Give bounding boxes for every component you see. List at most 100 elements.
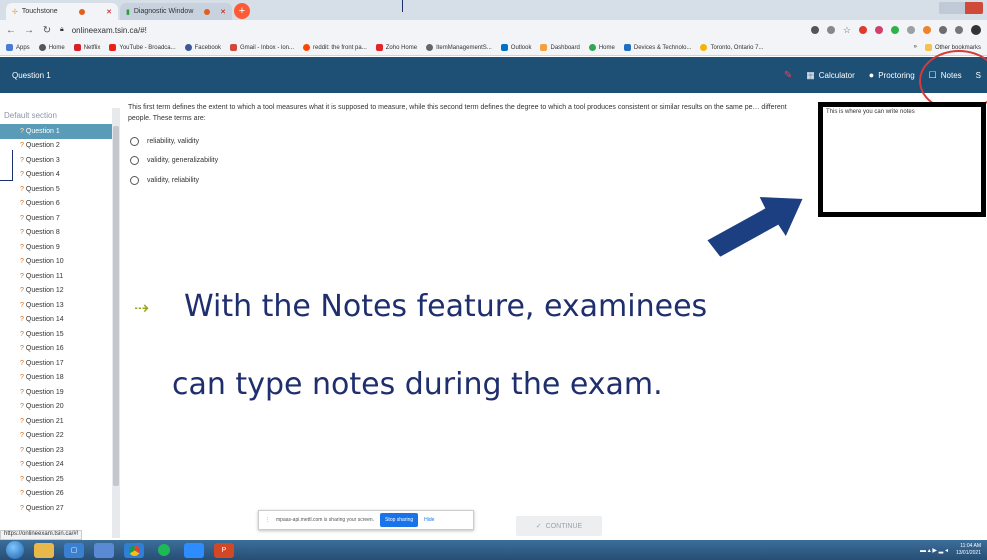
unanswered-mark: ? — [20, 200, 24, 208]
hide-button[interactable]: Hide — [424, 517, 434, 523]
sidebar-item-question[interactable]: ? Question 16 — [0, 342, 112, 357]
scrollbar-thumb[interactable] — [113, 126, 119, 486]
new-tab-button[interactable]: + — [234, 3, 250, 19]
sidebar-item-question[interactable]: ? Question 11 — [0, 269, 112, 284]
sidebar-item-question[interactable]: ? Question 1 — [0, 124, 112, 139]
bookmark-gmail[interactable]: Gmail - Inbox - lon... — [230, 44, 294, 51]
continue-button[interactable]: ✓ CONTINUE — [516, 516, 602, 536]
extension-green-icon[interactable] — [891, 26, 899, 34]
sidebar-item-question[interactable]: ? Question 23 — [0, 443, 112, 458]
answer-option[interactable]: reliability, validity — [130, 137, 199, 146]
question-label: Question 5 — [25, 185, 60, 193]
question-label: Question 18 — [25, 374, 64, 382]
sidebar-item-question[interactable]: ? Question 4 — [0, 168, 112, 183]
sidebar-item-question[interactable]: ? Question 15 — [0, 327, 112, 342]
key-icon[interactable] — [826, 26, 835, 34]
bookmark-zoho[interactable]: Zoho Home — [375, 44, 417, 51]
reload-icon[interactable]: ↻ — [42, 25, 52, 36]
bookmark-devices[interactable]: Devices & Technolo... — [623, 44, 691, 51]
radio-button[interactable] — [130, 137, 139, 146]
notes-textarea[interactable]: This is where you can write notes — [823, 107, 981, 117]
window-controls[interactable] — [939, 2, 983, 14]
sidebar-item-question[interactable]: ? Question 20 — [0, 400, 112, 415]
bookmark-toronto[interactable]: Toronto, Ontario 7... — [700, 44, 763, 51]
bullet-arrow-icon: ⇢ — [134, 298, 150, 319]
address-bar: ← → ↻ 🔒︎ onlineexam.tsin.ca/#! ☆ — [0, 20, 987, 40]
close-tab-icon[interactable]: ✕ — [220, 8, 226, 16]
proctoring-button[interactable]: ● Proctoring — [869, 70, 915, 80]
reddit-icon — [303, 44, 311, 51]
sidebar-item-question[interactable]: ? Question 21 — [0, 414, 112, 429]
sidebar-item-question[interactable]: ? Question 18 — [0, 371, 112, 386]
unanswered-mark: ? — [20, 504, 24, 512]
bookmark-home[interactable]: Home — [38, 44, 65, 51]
tray-icons[interactable]: ▬ ▴ ▶ ▂ ◂ — [920, 547, 948, 554]
bookmark-dashboard[interactable]: Dashboard — [540, 44, 580, 51]
bookmark-apps[interactable]: Apps — [6, 44, 30, 51]
sidebar-item-question[interactable]: ? Question 22 — [0, 429, 112, 444]
sidebar-item-question[interactable]: ? Question 19 — [0, 385, 112, 400]
url-field[interactable]: onlineexam.tsin.ca/#! — [72, 26, 147, 35]
profile-avatar[interactable] — [971, 25, 981, 35]
sidebar-item-question[interactable]: ? Question 13 — [0, 298, 112, 313]
puzzle-icon[interactable] — [939, 26, 947, 34]
sidebar-item-question[interactable]: ? Question 3 — [0, 153, 112, 168]
more-bookmarks-button[interactable]: » — [914, 44, 917, 51]
powerpoint-icon[interactable]: P — [214, 542, 234, 558]
bookmark-item-management[interactable]: ItemManagementS... — [426, 44, 492, 51]
spotify-icon[interactable] — [154, 543, 174, 558]
media-icon[interactable]: ▢ — [64, 542, 84, 558]
sidebar-item-question[interactable]: ? Question 27 — [0, 501, 112, 516]
back-icon[interactable]: ← — [6, 25, 16, 36]
sidebar-item-question[interactable]: ? Question 14 — [0, 313, 112, 328]
bookmark-home-2[interactable]: Home — [588, 44, 615, 51]
extension-pink-icon[interactable] — [875, 26, 883, 34]
forward-icon[interactable]: → — [24, 25, 34, 36]
clock[interactable]: 11:04 AM 13/01/2021 — [956, 543, 981, 557]
extension-gray-icon[interactable] — [907, 26, 915, 34]
calculator-button[interactable]: ▦ Calculator — [806, 70, 855, 81]
star-icon[interactable]: ☆ — [843, 25, 851, 36]
sidebar-item-question[interactable]: ? Question 2 — [0, 139, 112, 154]
chrome-icon[interactable] — [124, 542, 144, 558]
bookmark-facebook[interactable]: Facebook — [184, 44, 221, 51]
radio-button[interactable] — [130, 156, 139, 165]
bookmark-netflix[interactable]: Netflix — [73, 44, 100, 51]
extension-red-icon[interactable] — [859, 26, 867, 34]
people-icon[interactable] — [94, 542, 114, 558]
sidebar-item-question[interactable]: ? Question 9 — [0, 240, 112, 255]
file-explorer-icon[interactable] — [34, 542, 54, 558]
drag-handle-icon[interactable]: ⋮ — [265, 517, 270, 523]
menu-icon[interactable] — [955, 26, 963, 34]
sidebar-item-question[interactable]: ? Question 7 — [0, 211, 112, 226]
sidebar-item-question[interactable]: ? Question 17 — [0, 356, 112, 371]
stop-sharing-button[interactable]: Stop sharing — [380, 513, 419, 527]
video-call-icon[interactable] — [184, 542, 204, 558]
highlighter-icon[interactable]: ✎ — [784, 70, 792, 81]
answer-option[interactable]: validity, generalizability — [130, 156, 218, 165]
bookmark-youtube[interactable]: YouTube - Broadca... — [109, 44, 176, 51]
bookmark-outlook[interactable]: Outlook — [500, 44, 531, 51]
camera-icon[interactable] — [810, 26, 819, 34]
sidebar-item-question[interactable]: ? Question 24 — [0, 458, 112, 473]
window-close-button[interactable] — [965, 2, 983, 14]
sidebar-item-question[interactable]: ? Question 5 — [0, 182, 112, 197]
sidebar-item-question[interactable]: ? Question 8 — [0, 226, 112, 241]
start-button[interactable] — [6, 541, 24, 559]
sidebar-scrollbar[interactable] — [112, 108, 120, 538]
bookmark-reddit[interactable]: reddit: the front pa... — [303, 44, 367, 51]
extension-icons: ☆ — [810, 25, 981, 36]
sidebar-item-question[interactable]: ? Question 12 — [0, 284, 112, 299]
radio-button[interactable] — [130, 176, 139, 185]
sidebar-item-question[interactable]: ? Question 26 — [0, 487, 112, 502]
answer-option[interactable]: validity, reliability — [130, 176, 199, 185]
notes-panel[interactable]: This is where you can write notes — [818, 102, 986, 217]
close-tab-icon[interactable]: ✕ — [106, 8, 112, 16]
sidebar-item-question[interactable]: ? Question 6 — [0, 197, 112, 212]
question-label: Question 19 — [25, 388, 64, 396]
extension-orange-icon[interactable] — [923, 26, 931, 34]
sidebar-item-question[interactable]: ? Question 10 — [0, 255, 112, 270]
sidebar-item-question[interactable]: ? Question 25 — [0, 472, 112, 487]
tab-touchstone[interactable]: ✢ Touchstone ✕ — [6, 3, 118, 20]
tab-diagnostic-window[interactable]: ▮ Diagnostic Window ✕ — [120, 3, 232, 20]
